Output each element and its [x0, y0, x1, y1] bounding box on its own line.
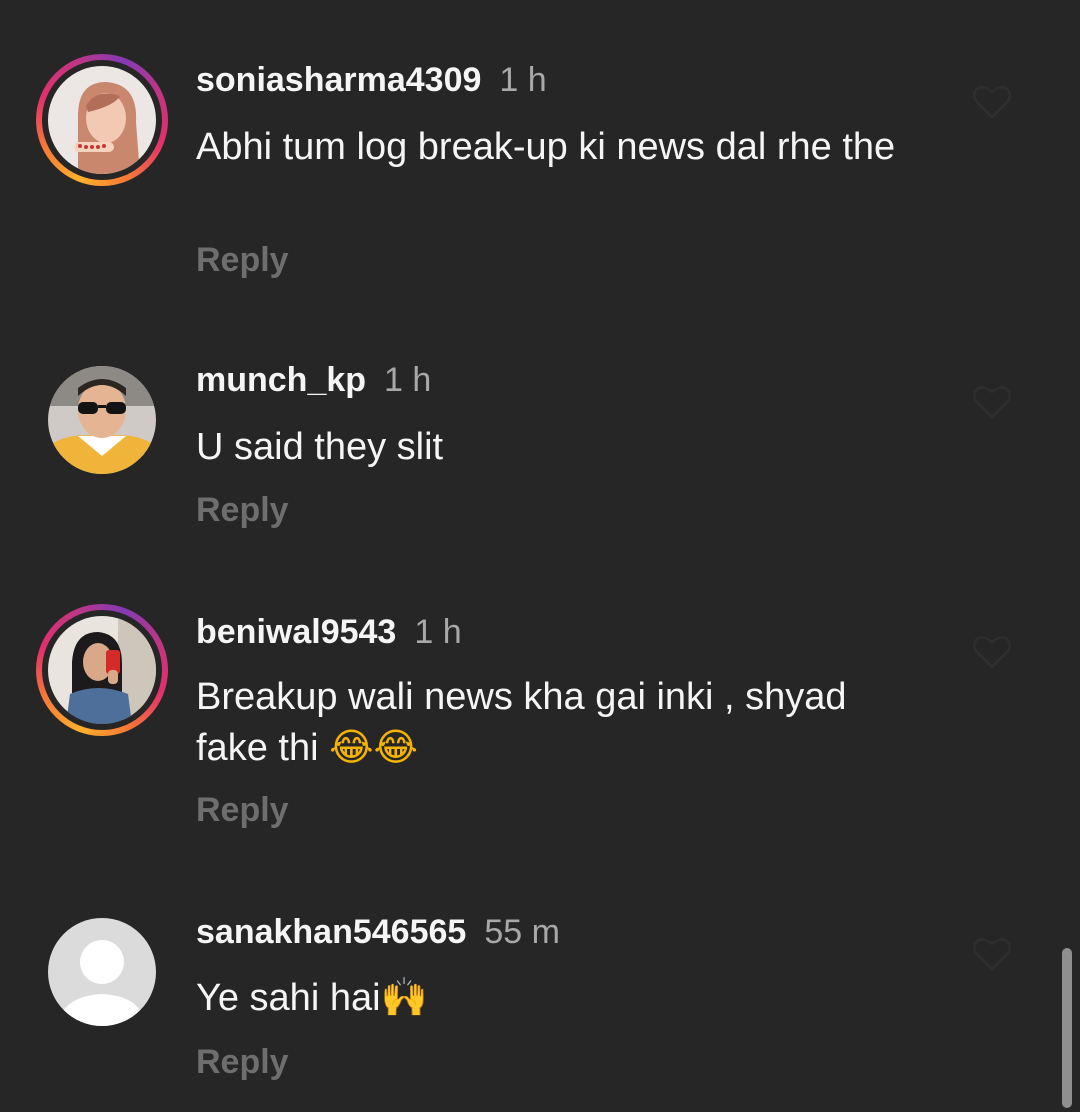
username[interactable]: munch_kp	[196, 361, 366, 399]
avatar[interactable]	[36, 906, 168, 1038]
username[interactable]: sanakhan546565	[196, 913, 466, 951]
like-heart-icon[interactable]	[972, 634, 1012, 670]
reply-button[interactable]: Reply	[196, 790, 289, 830]
like-heart-icon[interactable]	[972, 936, 1012, 972]
reply-button[interactable]: Reply	[196, 240, 289, 280]
comment-meta: sanakhan546565 55 m	[196, 912, 560, 952]
avatar-man-sunglasses-icon	[48, 366, 156, 474]
timestamp: 1 h	[384, 361, 432, 399]
comment-meta: soniasharma4309 1 h	[196, 60, 547, 100]
comment-text: Breakup wali news kha gai inki , shyad f…	[196, 672, 926, 773]
comment-text: U said they slit	[196, 426, 444, 468]
like-heart-icon[interactable]	[972, 384, 1012, 420]
default-avatar-icon	[48, 918, 156, 1026]
avatar-woman-selfie-icon	[48, 616, 156, 724]
comment-text-content: Breakup wali news kha gai inki , shyad f…	[196, 676, 847, 769]
raising-hands-emoji-icon: 🙌	[380, 975, 428, 1019]
laughing-emoji-icon: 😂😂	[329, 725, 418, 769]
username[interactable]: soniasharma4309	[196, 61, 481, 99]
reply-button[interactable]: Reply	[196, 490, 289, 530]
timestamp: 55 m	[484, 913, 560, 951]
reply-button[interactable]: Reply	[196, 1042, 289, 1082]
timestamp: 1 h	[499, 61, 547, 99]
avatar[interactable]	[36, 54, 168, 186]
username[interactable]: beniwal9543	[196, 613, 396, 651]
avatar[interactable]	[36, 604, 168, 736]
comment-text: Ye sahi hai🙌	[196, 972, 926, 1023]
avatar-woman-icon	[48, 66, 156, 174]
comment-meta: beniwal9543 1 h	[196, 612, 462, 652]
like-heart-icon[interactable]	[972, 84, 1012, 120]
comment-text-content: Ye sahi hai	[196, 977, 381, 1019]
avatar[interactable]	[36, 354, 168, 486]
scrollbar[interactable]	[1062, 948, 1072, 1108]
comment-meta: munch_kp 1 h	[196, 360, 431, 400]
comment-text: Abhi tum log break-up ki news dal rhe th…	[196, 126, 896, 168]
timestamp: 1 h	[414, 613, 462, 651]
comments-page: soniasharma4309 1 h Abhi tum log break-up…	[0, 0, 1080, 1112]
